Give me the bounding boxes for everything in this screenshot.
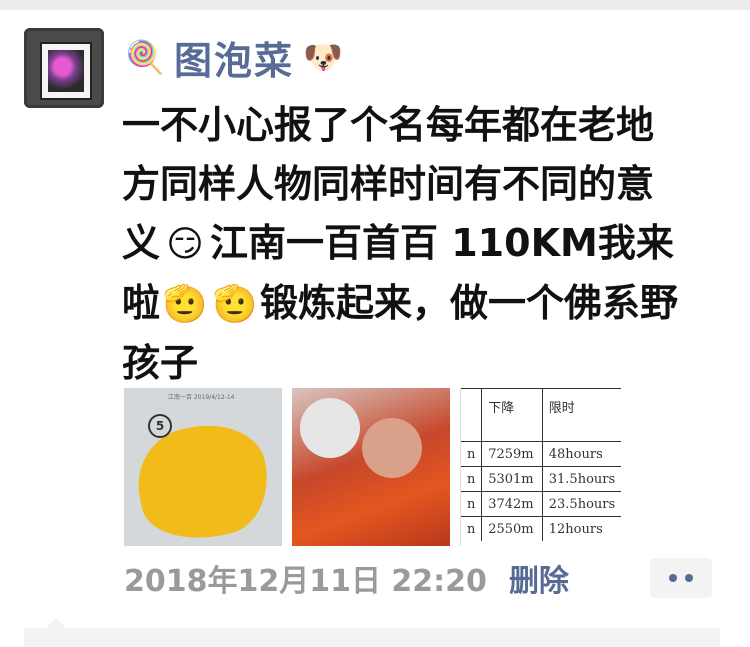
image-table[interactable]: 下降 限时 n 7259m 48hours n 5301m 31.5hours … bbox=[460, 388, 621, 546]
table-row: n 2550m 12hours bbox=[461, 516, 621, 541]
name-row: 🍭 图泡菜 🐶 bbox=[124, 30, 344, 84]
table-cell: n bbox=[461, 491, 483, 517]
dot-icon bbox=[685, 574, 693, 582]
table-header bbox=[461, 388, 483, 442]
dog-face-icon: 🐶 bbox=[303, 38, 343, 76]
avatar[interactable] bbox=[24, 28, 104, 108]
map-caption: 江南一百 2019/4/12-14 bbox=[168, 394, 235, 401]
table-cell: 2550m bbox=[481, 516, 543, 541]
table-cell: 5301m bbox=[481, 466, 543, 492]
table-header: 下降 bbox=[481, 388, 543, 442]
table-cell: 12hours bbox=[542, 516, 621, 541]
table-cell: 48hours bbox=[542, 441, 621, 467]
post-footer: 2018年12月11日 22:20 删除 bbox=[124, 556, 569, 600]
table-cell: 3742m bbox=[481, 491, 543, 517]
timestamp: 2018年12月11日 22:20 bbox=[124, 564, 487, 599]
post-text: 一不小心报了个名每年都在老地方同样人物同样时间有不同的意义 😏 江南一百首百 110… bbox=[122, 96, 682, 393]
table-row: n 7259m 48hours bbox=[461, 441, 621, 467]
dot-icon bbox=[669, 574, 677, 582]
route-table: 下降 限时 n 7259m 48hours n 5301m 31.5hours … bbox=[461, 388, 621, 541]
lollipop-icon: 🍭 bbox=[125, 38, 165, 76]
username[interactable]: 图泡菜 bbox=[174, 30, 294, 85]
smirk-icon: 😏 bbox=[166, 224, 204, 265]
table-row: n 3742m 23.5hours bbox=[461, 491, 621, 517]
table-cell: n bbox=[461, 466, 483, 492]
table-cell: n bbox=[461, 441, 483, 467]
salute-icon: 🫡 bbox=[162, 284, 208, 325]
avatar-frame bbox=[40, 42, 92, 100]
more-button[interactable] bbox=[650, 558, 712, 598]
salute-icon: 🫡 bbox=[212, 284, 258, 325]
photo-person bbox=[362, 418, 422, 478]
table-cell: 31.5hours bbox=[542, 466, 621, 492]
photo-person bbox=[300, 398, 360, 458]
table-cell: 7259m bbox=[481, 441, 543, 467]
image-map[interactable]: 江南一百 2019/4/12-14 5 bbox=[124, 388, 282, 546]
top-divider bbox=[0, 0, 750, 10]
table-header: 限时 bbox=[542, 388, 621, 442]
avatar-image bbox=[48, 50, 84, 92]
image-photo[interactable] bbox=[292, 388, 450, 546]
comment-area bbox=[24, 618, 720, 647]
table-header-row: 下降 限时 bbox=[461, 388, 621, 442]
table-row: n 5301m 31.5hours bbox=[461, 466, 621, 492]
table-cell: n bbox=[461, 516, 483, 541]
map-badge: 5 bbox=[148, 414, 172, 438]
delete-link[interactable]: 删除 bbox=[509, 556, 569, 600]
table-cell: 23.5hours bbox=[542, 491, 621, 517]
